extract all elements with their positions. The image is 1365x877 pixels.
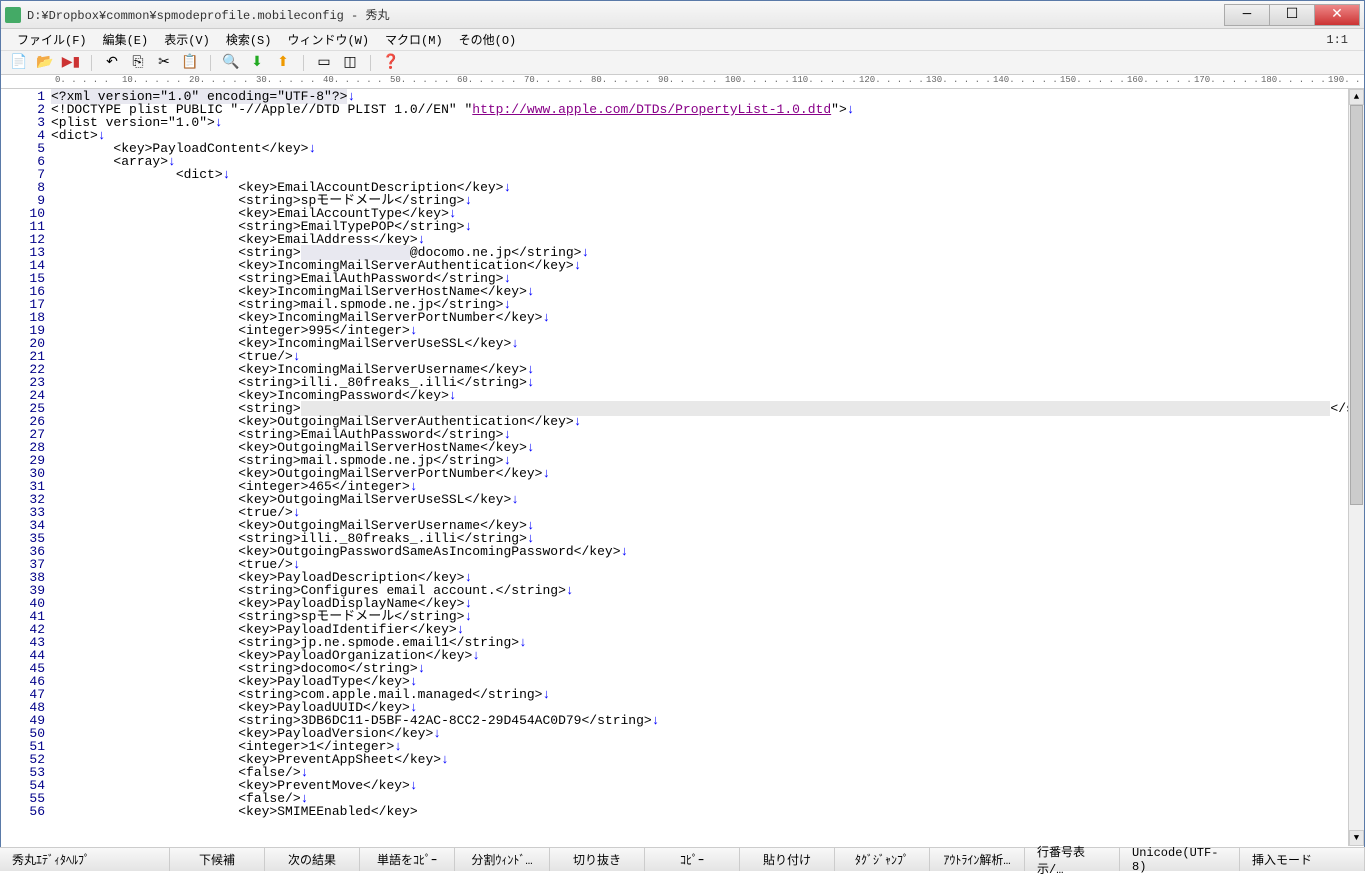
close-button[interactable]: ✕	[1314, 4, 1360, 26]
menu-search[interactable]: 検索(S)	[218, 29, 280, 50]
status-next-result[interactable]: 次の結果	[265, 848, 360, 871]
split-icon[interactable]: ◫	[340, 54, 360, 72]
minimize-button[interactable]: ─	[1224, 4, 1270, 26]
scroll-thumb[interactable]	[1350, 105, 1363, 505]
status-mode[interactable]: 挿入モード	[1240, 848, 1365, 871]
status-tag-jump[interactable]: ﾀｸﾞｼﾞｬﾝﾌﾟ	[835, 848, 930, 871]
code-line[interactable]: <key>SMIMEEnabled</key>	[51, 805, 1348, 818]
menu-edit[interactable]: 編集(E)	[95, 29, 157, 50]
window-icon[interactable]: ▭	[314, 54, 334, 72]
new-file-icon[interactable]: 📄	[9, 54, 29, 72]
scroll-down-arrow[interactable]: ▼	[1349, 830, 1364, 846]
status-copy[interactable]: ｺﾋﾟｰ	[645, 848, 740, 871]
status-line-no[interactable]: 行番号表示/…	[1025, 848, 1120, 871]
status-encoding[interactable]: Unicode(UTF-8)	[1120, 848, 1240, 871]
maximize-button[interactable]: ☐	[1269, 4, 1315, 26]
statusbar: 秀丸ｴﾃﾞｨﾀﾍﾙﾌﾟ 下候補 次の結果 単語をｺﾋﾟｰ 分割ｳｨﾝﾄﾞ… 切り…	[0, 847, 1365, 871]
code-area[interactable]: <?xml version="1.0" encoding="UTF-8"?>↓<…	[51, 89, 1348, 846]
paste-icon[interactable]: 📋	[180, 54, 200, 72]
menu-file[interactable]: ファイル(F)	[9, 29, 95, 50]
code-line[interactable]: <array>↓	[51, 155, 1348, 168]
copy-icon[interactable]: ⎘	[128, 54, 148, 72]
window-title: D:¥Dropbox¥common¥spmodeprofile.mobileco…	[27, 6, 1225, 23]
menu-macro[interactable]: マクロ(M)	[377, 29, 451, 50]
status-next-candidate[interactable]: 下候補	[170, 848, 265, 871]
toolbar: 📄 📂 ▶▮ ↶ ⎘ ✂ 📋 🔍 ⬇ ⬆ ▭ ◫ ❓	[1, 51, 1364, 75]
code-line[interactable]: <!DOCTYPE plist PUBLIC "-//Apple//DTD PL…	[51, 103, 1348, 116]
menu-other[interactable]: その他(O)	[451, 29, 525, 50]
status-split[interactable]: 分割ｳｨﾝﾄﾞ…	[455, 848, 550, 871]
code-line[interactable]: <plist version="1.0">↓	[51, 116, 1348, 129]
search-up-icon[interactable]: ⬆	[273, 54, 293, 72]
cursor-position: 1:1	[1326, 33, 1356, 47]
status-help[interactable]: 秀丸ｴﾃﾞｨﾀﾍﾙﾌﾟ	[0, 848, 170, 871]
menu-view[interactable]: 表示(V)	[156, 29, 218, 50]
help-icon[interactable]: ❓	[381, 54, 401, 72]
scroll-up-arrow[interactable]: ▲	[1349, 89, 1364, 105]
line-number-gutter: 1234567891011121314151617181920212223242…	[1, 89, 51, 846]
code-line[interactable]: <key>PayloadContent</key>↓	[51, 142, 1348, 155]
vertical-scrollbar[interactable]: ▲ ▼	[1348, 89, 1364, 846]
open-file-icon[interactable]: 📂	[35, 54, 55, 72]
ruler: 0. . . . .10. . . . .20. . . . .30. . . …	[1, 75, 1364, 89]
status-copy-word[interactable]: 単語をｺﾋﾟｰ	[360, 848, 455, 871]
editor[interactable]: 1234567891011121314151617181920212223242…	[1, 89, 1364, 846]
app-icon	[5, 7, 21, 23]
titlebar: D:¥Dropbox¥common¥spmodeprofile.mobileco…	[1, 1, 1364, 29]
search-icon[interactable]: 🔍	[221, 54, 241, 72]
search-down-icon[interactable]: ⬇	[247, 54, 267, 72]
menu-window[interactable]: ウィンドウ(W)	[279, 29, 377, 50]
menubar: ファイル(F) 編集(E) 表示(V) 検索(S) ウィンドウ(W) マクロ(M…	[1, 29, 1364, 51]
save-file-icon[interactable]: ▶▮	[61, 54, 81, 72]
status-paste[interactable]: 貼り付け	[740, 848, 835, 871]
cut-icon[interactable]: ✂	[154, 54, 174, 72]
status-cut[interactable]: 切り抜き	[550, 848, 645, 871]
undo-icon[interactable]: ↶	[102, 54, 122, 72]
status-outline[interactable]: ｱｳﾄﾗｲﾝ解析…	[930, 848, 1025, 871]
